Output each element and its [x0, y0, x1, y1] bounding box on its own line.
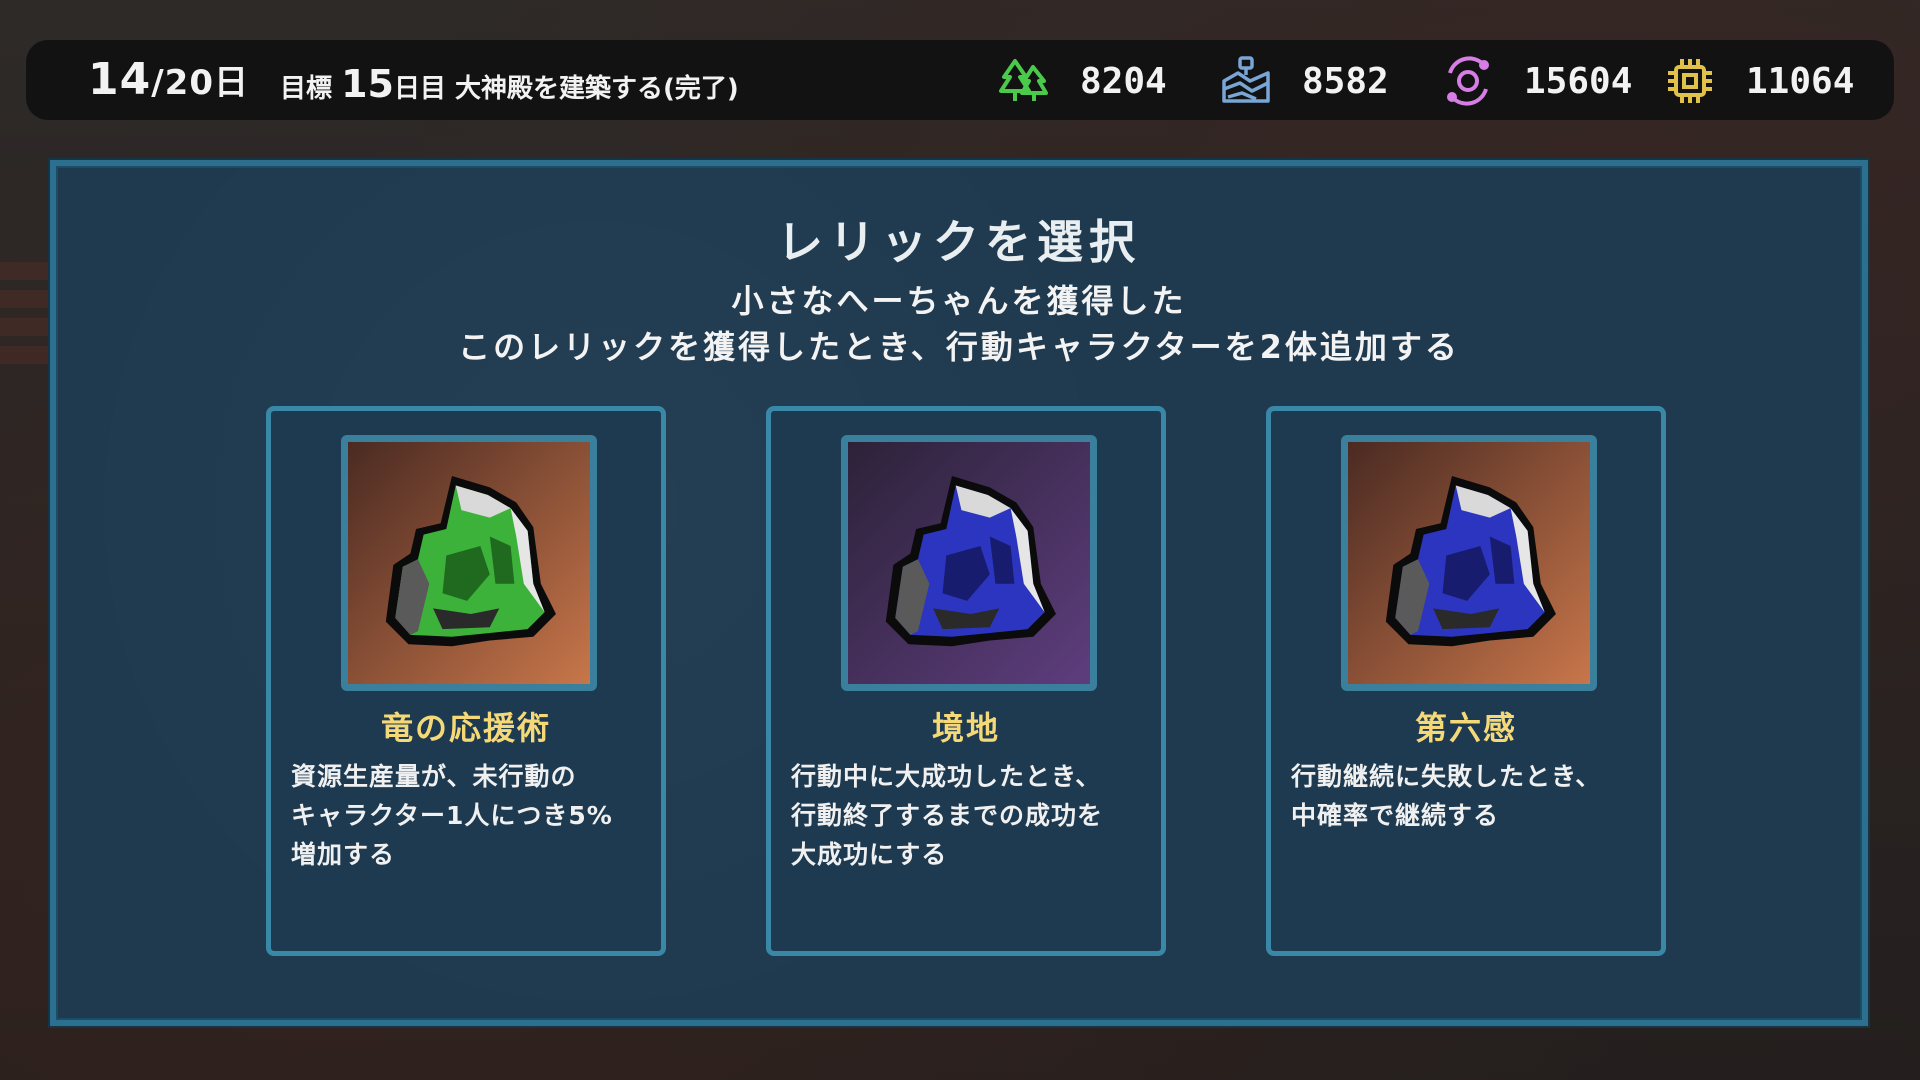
resource-tech: 11064 [1664, 54, 1854, 108]
resource-magic: 15604 [1442, 54, 1632, 108]
relic-card[interactable]: 第六感 行動継続に失敗したとき、 中確率で継続する [1266, 406, 1666, 956]
goal-description: 大神殿を建築する(完了) [455, 74, 739, 104]
goal-text: 目標 15日目 大神殿を建築する(完了) [280, 62, 739, 111]
day-separator: / [151, 63, 165, 103]
panel-description: このレリックを獲得したとき、行動キャラクターを2体追加する [458, 328, 1460, 366]
relic-description: 行動継続に失敗したとき、 中確率で継続する [1291, 762, 1602, 830]
relic-name: 第六感 [1414, 709, 1517, 747]
resource-value: 8582 [1302, 60, 1389, 102]
relic-name: 境地 [931, 709, 1000, 747]
relic-select-panel: レリックを選択 小さなへーちゃんを獲得した このレリックを獲得したとき、行動キャ… [50, 160, 1868, 1026]
status-bar: 14/20日 目標 15日目 大神殿を建築する(完了) 8204 8582 15… [26, 40, 1894, 120]
chip-icon [1668, 59, 1712, 103]
blue-crystal-icon [1348, 442, 1590, 684]
goal-prefix: 目標 [280, 74, 333, 104]
tree-icon [999, 59, 1048, 101]
relic-image-frame [841, 435, 1097, 691]
relic-card[interactable]: 境地 行動中に大成功したとき、 行動終了するまでの成功を 大成功にする [766, 406, 1166, 956]
goal-day-suffix: 日目 [393, 74, 446, 104]
land-icon [1222, 56, 1270, 103]
orbit-icon [1447, 56, 1489, 106]
day-total: 20日 [164, 63, 249, 103]
day-current: 14 [88, 54, 152, 105]
resource-land: 8582 [1220, 54, 1389, 108]
day-counter: 14/20日 [88, 56, 249, 107]
relic-card[interactable]: 竜の応援術 資源生産量が、未行動の キャラクター1人につき5% 増加する [266, 406, 666, 956]
relic-name: 竜の応援術 [380, 709, 551, 747]
relic-image-frame [341, 435, 597, 691]
blue-crystal-icon [848, 442, 1090, 684]
relic-description: 行動中に大成功したとき、 行動終了するまでの成功を 大成功にする [791, 762, 1104, 869]
resource-value: 15604 [1524, 60, 1633, 102]
resource-wood: 8204 [998, 54, 1167, 108]
relic-image-frame [1341, 435, 1597, 691]
panel-subtitle: 小さなへーちゃんを獲得した [731, 282, 1187, 320]
goal-day: 15 [341, 62, 394, 106]
resource-value: 11064 [1746, 60, 1855, 102]
green-crystal-icon [348, 442, 590, 684]
resource-value: 8204 [1080, 60, 1167, 102]
relic-description: 資源生産量が、未行動の キャラクター1人につき5% 増加する [291, 762, 613, 869]
panel-title: レリックを選択 [777, 215, 1141, 269]
